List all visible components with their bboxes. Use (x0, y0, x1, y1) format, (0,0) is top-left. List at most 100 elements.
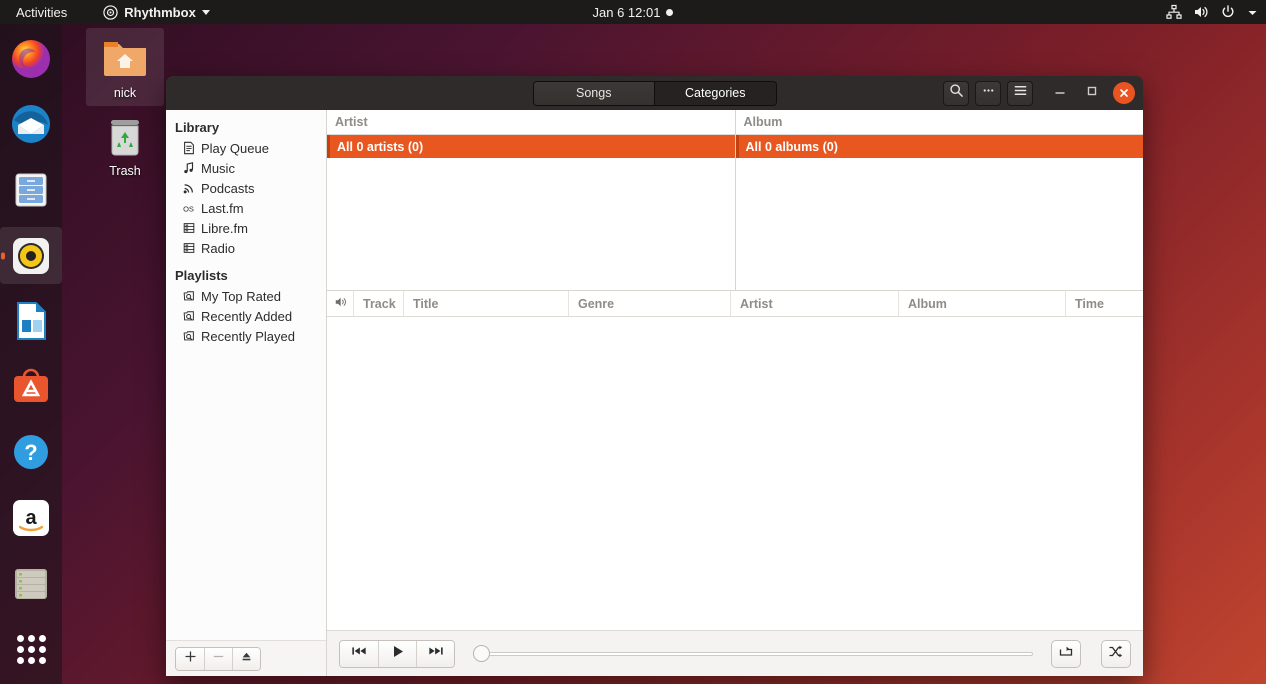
search-icon (949, 83, 964, 103)
amazon-icon: a (9, 496, 53, 540)
more-button[interactable] (975, 81, 1001, 106)
remove-playlist-button[interactable] (204, 648, 232, 670)
next-button[interactable] (416, 641, 454, 667)
main-content: Artist All 0 artists (0) Album All 0 alb… (327, 110, 1143, 676)
add-playlist-button[interactable] (176, 648, 204, 670)
sidebar-item-recently-added[interactable]: Recently Added (166, 306, 326, 326)
song-list-header: Track Title Genre Artist Album Time (327, 291, 1143, 317)
svg-text:a: a (25, 507, 37, 529)
help-icon: ? (9, 430, 53, 474)
play-button[interactable] (378, 641, 416, 667)
sidebar-item-lastfm[interactable]: OS Last.fm (166, 198, 326, 218)
view-mode-switcher[interactable]: Songs Categories (533, 81, 777, 106)
repeat-icon (1058, 644, 1074, 664)
repeat-button[interactable] (1051, 640, 1081, 668)
search-button[interactable] (943, 81, 969, 106)
menu-button[interactable] (1007, 81, 1033, 106)
artist-all-row[interactable]: All 0 artists (0) (327, 135, 735, 158)
dock-item-amazon[interactable]: a (0, 489, 62, 547)
minimize-icon (1053, 84, 1067, 103)
firefox-icon (9, 37, 53, 81)
column-header-artist[interactable]: Artist (731, 291, 899, 316)
dock-item-help[interactable]: ? (0, 424, 62, 482)
dock-item-servers[interactable] (0, 555, 62, 613)
sidebar-item-label: My Top Rated (201, 289, 281, 304)
dock-item-ubuntu-software[interactable] (0, 358, 62, 416)
artist-list[interactable] (327, 158, 735, 290)
eject-button[interactable] (232, 648, 260, 670)
sidebar-item-label: Last.fm (201, 201, 244, 216)
seek-slider[interactable] (473, 641, 1033, 667)
rhythmbox-icon (103, 5, 118, 20)
rhythmbox-icon (9, 234, 53, 278)
sidebar-item-music[interactable]: Music (166, 158, 326, 178)
sidebar-item-label: Podcasts (201, 181, 254, 196)
close-button[interactable] (1111, 81, 1137, 106)
sidebar-item-label: Music (201, 161, 235, 176)
maximize-button[interactable] (1079, 81, 1105, 106)
app-menu-button[interactable]: Rhythmbox (103, 5, 210, 20)
files-icon (9, 168, 53, 212)
sidebar-item-recently-played[interactable]: Recently Played (166, 326, 326, 346)
seek-handle[interactable] (473, 645, 490, 662)
sidebar-item-label: Play Queue (201, 141, 269, 156)
previous-icon (351, 644, 367, 663)
sidebar-item-label: Recently Added (201, 309, 292, 324)
window-header-bar: Songs Categories (166, 76, 1143, 110)
artist-column-header[interactable]: Artist (327, 110, 735, 135)
desktop-icon-trash[interactable]: Trash (86, 112, 164, 178)
sidebar-item-radio[interactable]: Radio (166, 238, 326, 258)
sidebar-item-my-top-rated[interactable]: My Top Rated (166, 286, 326, 306)
song-list-body[interactable] (327, 317, 1143, 630)
smart-playlist-icon (181, 329, 196, 344)
column-header-genre[interactable]: Genre (569, 291, 731, 316)
tab-songs[interactable]: Songs (534, 82, 655, 105)
smart-playlist-icon (181, 309, 196, 324)
seek-track (487, 652, 1033, 656)
sidebar-footer (166, 640, 326, 676)
dock-item-libreoffice-writer[interactable] (0, 292, 62, 350)
ubuntu-dock: ? a (0, 24, 62, 684)
maximize-icon (1085, 84, 1099, 103)
column-header-album[interactable]: Album (899, 291, 1066, 316)
column-header-title[interactable]: Title (404, 291, 569, 316)
sidebar-item-librefm[interactable]: Libre.fm (166, 218, 326, 238)
minimize-button[interactable] (1047, 81, 1073, 106)
tab-categories[interactable]: Categories (654, 82, 776, 105)
clock-button[interactable]: Jan 6 12:01 (533, 5, 733, 20)
sidebar-nav: Library Play Queue Music (166, 110, 326, 640)
previous-button[interactable] (340, 641, 378, 667)
volume-icon (1193, 4, 1209, 20)
album-all-row[interactable]: All 0 albums (0) (736, 135, 1144, 158)
sidebar-item-label: Recently Played (201, 329, 295, 344)
shuffle-button[interactable] (1101, 640, 1131, 668)
dock-item-rhythmbox[interactable] (0, 227, 62, 285)
sidebar-item-podcasts[interactable]: Podcasts (166, 178, 326, 198)
eject-icon (240, 650, 253, 668)
speaker-icon (334, 295, 348, 312)
network-icon (1166, 4, 1182, 20)
activities-button[interactable]: Activities (10, 3, 73, 22)
album-list[interactable] (736, 158, 1144, 290)
recording-dot-icon (666, 9, 673, 16)
desktop-icon-home-folder[interactable]: nick (86, 28, 164, 106)
song-list: Track Title Genre Artist Album Time (327, 290, 1143, 630)
play-icon (390, 644, 406, 664)
dock-item-thunderbird[interactable] (0, 96, 62, 154)
column-header-track[interactable]: Track (354, 291, 404, 316)
system-status-menu[interactable] (1166, 4, 1258, 20)
home-folder-icon (99, 34, 151, 82)
sidebar-heading-playlists: Playlists (166, 265, 326, 286)
column-header-playing[interactable] (327, 291, 354, 316)
ellipsis-icon (981, 83, 996, 103)
sidebar: Library Play Queue Music (166, 110, 327, 676)
dock-item-files[interactable] (0, 161, 62, 219)
rhythmbox-window: Songs Categories (166, 76, 1143, 676)
album-column-header[interactable]: Album (736, 110, 1144, 135)
gnome-top-bar: Activities Rhythmbox Jan 6 12:01 (0, 0, 1266, 24)
podcast-icon (181, 181, 196, 196)
show-applications-button[interactable] (0, 620, 62, 678)
sidebar-item-play-queue[interactable]: Play Queue (166, 138, 326, 158)
dock-item-firefox[interactable] (0, 30, 62, 88)
column-header-time[interactable]: Time (1066, 291, 1143, 316)
